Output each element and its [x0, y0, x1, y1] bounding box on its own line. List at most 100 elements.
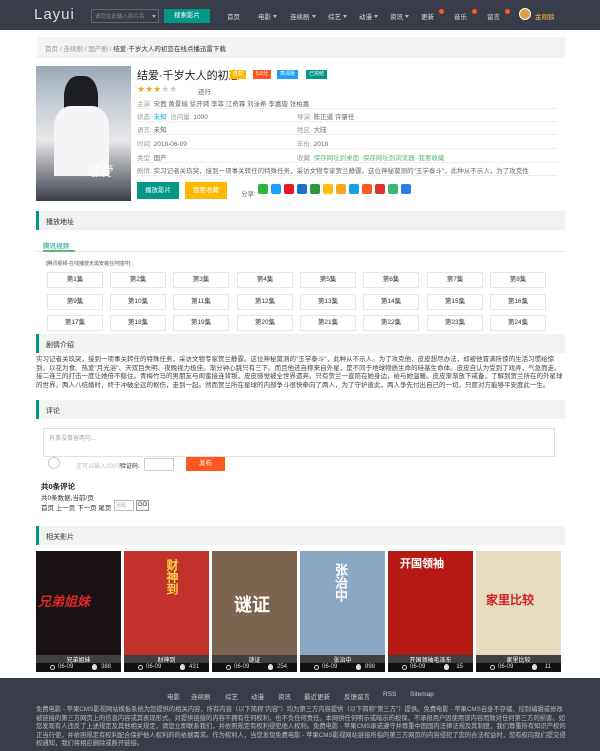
sina-icon[interactable]	[375, 184, 385, 194]
related-poster[interactable]: 谜证	[212, 551, 297, 655]
related-poster[interactable]: 家里比较	[476, 551, 561, 655]
save-desktop-link[interactable]: 保存网址到桌面	[314, 155, 360, 162]
tab-tencent-video[interactable]: 腾讯视频	[43, 240, 69, 250]
footer-link[interactable]: 电影	[167, 691, 180, 701]
nav-item-music[interactable]: 音乐	[454, 11, 467, 21]
related-poster[interactable]: 张治中	[300, 551, 385, 655]
episode-button[interactable]: 第21集	[300, 315, 356, 331]
episode-button[interactable]: 第8集	[490, 272, 546, 288]
favorite-button[interactable]: 我要收藏	[185, 182, 227, 199]
search-button[interactable]: 搜索影片	[164, 9, 210, 23]
nav-item-home[interactable]: 首页	[227, 11, 240, 21]
comment-total: 共0条评论	[41, 482, 76, 491]
related-title[interactable]: 兄弟姐妹	[36, 655, 121, 664]
episode-button[interactable]: 第11集	[173, 294, 229, 310]
movie-poster[interactable]: 结爱	[36, 66, 131, 201]
related-card[interactable]: 谜证 谜证 06-09 254	[212, 551, 297, 672]
baidu-icon[interactable]	[362, 184, 372, 194]
save-browser-link[interactable]: 保存网址到浏览器	[363, 155, 415, 162]
weibo-icon[interactable]	[284, 184, 294, 194]
renren-icon[interactable]	[297, 184, 307, 194]
episode-button[interactable]: 第17集	[47, 315, 103, 331]
emoji-icon[interactable]	[48, 457, 60, 469]
related-title[interactable]: 张治中	[300, 655, 385, 664]
episode-button[interactable]: 第15集	[427, 294, 483, 310]
episode-button[interactable]: 第5集	[300, 272, 356, 288]
episode-button[interactable]: 第16集	[490, 294, 546, 310]
nav-item-news[interactable]: 资讯	[390, 11, 409, 21]
episode-button[interactable]: 第20集	[237, 315, 293, 331]
nav-item-updates[interactable]: 更新	[421, 11, 434, 21]
footer-link[interactable]: 连续剧	[191, 691, 211, 701]
related-poster[interactable]: 财神到	[124, 551, 209, 655]
favorite-link[interactable]: 我要收藏	[418, 155, 444, 162]
nav-item-series[interactable]: 连续剧	[290, 11, 316, 21]
nav-item-variety[interactable]: 综艺	[328, 11, 347, 21]
related-card[interactable]: 家里比较 家里比较 06-09 11	[476, 551, 561, 672]
episode-button[interactable]: 第1集	[47, 272, 103, 288]
related-card[interactable]: 兄弟姐妹 兄弟姐妹 06-09 388	[36, 551, 121, 672]
related-title[interactable]: 家里比较	[476, 655, 561, 664]
cast-value[interactable]: 宋茜 黄景瑜 徐开骋 李菲 江奇霖 刘泳希 李嘉璇 张柏嘉	[154, 101, 310, 108]
username[interactable]: 金刚狼	[535, 11, 555, 21]
related-card[interactable]: 张治中 张治中 06-09 898	[300, 551, 385, 672]
douban-icon[interactable]	[310, 184, 320, 194]
episode-button[interactable]: 第13集	[300, 294, 356, 310]
episode-button[interactable]: 第7集	[427, 272, 483, 288]
footer-link[interactable]: Sitemap	[410, 691, 434, 698]
episode-button[interactable]: 第22集	[363, 315, 419, 331]
nav-item-guestbook[interactable]: 留言	[487, 11, 500, 21]
director-value[interactable]: 陈正道 许肇任	[314, 114, 355, 121]
footer-link[interactable]: 最近更新	[304, 691, 330, 701]
breadcrumb-category[interactable]: 国产剧	[88, 46, 108, 53]
related-title[interactable]: 财神到	[124, 655, 209, 664]
nav-item-movies[interactable]: 电影	[258, 11, 277, 21]
episode-button[interactable]: 第18集	[110, 315, 166, 331]
episode-button[interactable]: 第24集	[490, 315, 546, 331]
footer-link[interactable]: 资讯	[278, 691, 291, 701]
episode-button[interactable]: 第14集	[363, 294, 419, 310]
related-meta: 06-09 11	[476, 663, 561, 672]
play-button[interactable]: 播放影片	[137, 182, 179, 199]
comment-pager[interactable]: 首页 上一页 下一页 尾页	[41, 502, 111, 512]
avatar[interactable]	[519, 8, 531, 20]
footer-link[interactable]: 动漫	[251, 691, 264, 701]
wechat-icon[interactable]	[258, 184, 268, 194]
comment-textarea[interactable]: 有事没事留两句...	[43, 428, 555, 457]
episode-button[interactable]: 第3集	[173, 272, 229, 288]
related-card[interactable]: 财神到 财神到 06-09 431	[124, 551, 209, 672]
page-number-input[interactable]: 页码	[114, 500, 134, 511]
related-title[interactable]: 谜证	[212, 655, 297, 664]
breadcrumb-series[interactable]: 连续剧	[63, 46, 83, 53]
site-logo[interactable]: Layui	[34, 6, 75, 23]
episode-button[interactable]: 第9集	[47, 294, 103, 310]
captcha-input[interactable]	[144, 458, 174, 471]
rating-stars[interactable]: ★★★★★	[137, 84, 177, 95]
episode-button[interactable]: 第6集	[363, 272, 419, 288]
qq-icon[interactable]	[271, 184, 281, 194]
go-button[interactable]: GO	[136, 500, 149, 511]
episode-button[interactable]: 第4集	[237, 272, 293, 288]
clock-icon	[314, 665, 319, 670]
footer-link[interactable]: 反馈留言	[344, 691, 370, 701]
search-category-select[interactable]: 请您在此输入影片名	[91, 9, 159, 23]
nav-item-anime[interactable]: 动漫	[359, 11, 378, 21]
footer-link[interactable]: RSS	[383, 691, 396, 698]
episode-button[interactable]: 第23集	[427, 315, 483, 331]
related-poster[interactable]: 兄弟姐妹	[36, 551, 121, 655]
footer-link[interactable]: 综艺	[225, 691, 238, 701]
qzone-icon[interactable]	[323, 184, 333, 194]
episode-button[interactable]: 第10集	[110, 294, 166, 310]
episode-button[interactable]: 第19集	[173, 315, 229, 331]
related-card[interactable]: 开国领袖 开国领袖毛泽东 06-09 15	[388, 551, 473, 672]
related-title[interactable]: 开国领袖毛泽东	[388, 655, 473, 664]
related-poster[interactable]: 开国领袖	[388, 551, 473, 655]
pinterest-icon[interactable]	[349, 184, 359, 194]
star-icon[interactable]	[336, 184, 346, 194]
plus-icon[interactable]	[401, 184, 411, 194]
episode-button[interactable]: 第12集	[237, 294, 293, 310]
clover-icon[interactable]	[388, 184, 398, 194]
breadcrumb-home[interactable]: 首页	[45, 46, 58, 53]
episode-button[interactable]: 第2集	[110, 272, 166, 288]
submit-comment-button[interactable]: 发布	[186, 457, 225, 471]
